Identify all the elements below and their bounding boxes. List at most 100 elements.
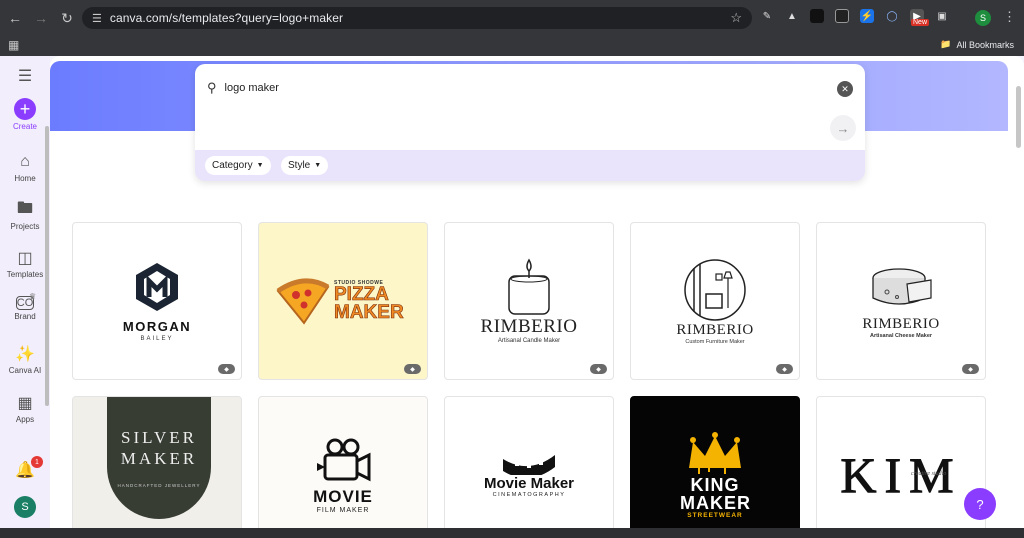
search-panel: ⚲ ✕ → Category ▼ Style ▼ — [195, 64, 865, 181]
mountain-extension-icon[interactable]: ▲ — [785, 9, 799, 23]
back-icon[interactable]: ← — [4, 7, 26, 29]
film-strip-icon — [503, 454, 555, 475]
template-title: MORGAN — [122, 318, 192, 334]
apps-grid-icon[interactable]: ▦ — [8, 38, 19, 52]
template-preview: STUDIO SHODWE PIZZA MAKER — [259, 223, 427, 379]
bookmark-star-icon[interactable]: ☆ — [730, 10, 742, 26]
template-preview: RIMBERIO Artisanal Candle Maker — [445, 223, 613, 379]
eyedropper-extension-icon[interactable]: ✎ — [760, 9, 774, 23]
template-card[interactable]: MOVIE FILM MAKER — [258, 396, 428, 528]
furniture-room-icon — [684, 258, 746, 321]
submit-search-button[interactable]: → — [830, 115, 856, 141]
taskbar-strip — [0, 528, 1024, 538]
template-subtitle: BAILEY — [140, 335, 174, 342]
sidebar-item-create[interactable]: + Create — [0, 98, 50, 131]
sidebar-item-home[interactable]: ⌂ Home — [0, 152, 50, 183]
template-preview: SILVER MAKER HANDCRAFTED JEWELLERY — [73, 397, 241, 528]
sidebar-item-canva-ai[interactable]: ✨ Canva AI — [0, 344, 50, 375]
sidebar-item-label: Create — [12, 122, 37, 131]
template-preview: MORGAN BAILEY — [73, 223, 241, 379]
sidebar-item-brand[interactable]: CO ♛ Brand — [0, 292, 50, 321]
chevron-down-icon: ▼ — [314, 162, 322, 169]
site-info-icon[interactable]: ☰ — [92, 12, 102, 25]
chevron-down-icon: ▼ — [256, 162, 264, 169]
template-card[interactable]: Movie Maker CINEMATOGRAPHY — [444, 396, 614, 528]
canva-sidebar: ☰ + Create ⌂ Home 🖿 Projects ◫ Templates… — [0, 56, 50, 528]
template-card[interactable]: KING MAKER STREETWEAR — [630, 396, 800, 528]
template-preview: KING MAKER STREETWEAR — [631, 397, 799, 528]
page-viewport: ☰ + Create ⌂ Home 🖿 Projects ◫ Templates… — [0, 56, 1024, 528]
sidebar-item-label: Home — [14, 174, 36, 183]
template-card[interactable]: STUDIO SHODWE PIZZA MAKER ◆ — [258, 222, 428, 380]
shield-extension-icon[interactable]: ◯ — [885, 9, 899, 23]
filter-bar: Category ▼ Style ▼ — [195, 150, 865, 181]
notifications-button[interactable]: 🔔 1 — [0, 456, 50, 480]
dark-extension-icon[interactable] — [810, 9, 824, 23]
template-title: RIMBERIO — [676, 321, 754, 338]
reload-icon[interactable]: ↻ — [56, 7, 78, 29]
page-scrollbar[interactable] — [1016, 86, 1021, 148]
sparkle-icon: ✨ — [15, 346, 35, 363]
template-title: PIZZA MAKER — [334, 283, 404, 323]
template-subtitle: Custom Furniture Maker — [685, 338, 745, 345]
url-text: canva.com/s/templates?query=logo+maker — [109, 11, 344, 25]
monogram-logo-icon — [136, 262, 178, 311]
template-subtitle: CINEMATOGRAPHY — [492, 491, 566, 498]
template-card[interactable]: MORGAN BAILEY ◆ — [72, 222, 242, 380]
question-mark-icon: ? — [976, 496, 984, 512]
puzzle-extensions-icon[interactable]: ▣ — [935, 9, 949, 23]
template-card[interactable]: RIMBERIO Artisanal Candle Maker ◆ — [444, 222, 614, 380]
filter-label: Style — [288, 160, 311, 171]
sidebar-item-templates[interactable]: ◫ Templates — [0, 248, 50, 279]
search-icon: ⚲ — [207, 80, 217, 95]
movie-camera-icon — [317, 438, 371, 481]
template-title: Movie Maker — [483, 474, 575, 492]
browser-menu-icon[interactable]: ⋮ — [1003, 9, 1016, 25]
all-bookmarks-button[interactable]: 📁 All Bookmarks — [940, 39, 1014, 50]
bookmarks-bar: ▦ 📁 All Bookmarks — [0, 36, 1024, 56]
folder-icon: 📁 — [940, 39, 952, 49]
template-card[interactable]: RIMBERIO Custom Furniture Maker ◆ — [630, 222, 800, 380]
template-title: MOVIE — [313, 486, 373, 506]
template-subtitle: creative studio — [911, 471, 947, 477]
template-title: RIMBERIO — [480, 316, 578, 337]
template-preview: MOVIE FILM MAKER — [259, 397, 427, 528]
cheese-wheel-icon — [872, 267, 932, 305]
clear-search-button[interactable]: ✕ — [837, 81, 853, 97]
template-subtitle: STREETWEAR — [687, 511, 743, 519]
sidebar-item-projects[interactable]: 🖿 Projects — [0, 199, 50, 232]
template-card[interactable]: SILVER MAKER HANDCRAFTED JEWELLERY — [72, 396, 242, 528]
notification-count-badge: 1 — [31, 456, 43, 468]
template-subtitle: HANDCRAFTED JEWELLERY — [117, 482, 201, 488]
address-bar[interactable]: ☰ canva.com/s/templates?query=logo+maker… — [82, 7, 752, 29]
candle-jar-icon — [508, 258, 550, 315]
template-card[interactable]: KIM creative studio — [816, 396, 986, 528]
folder-icon: 🖿 — [16, 199, 33, 217]
pizza-slice-icon — [276, 278, 330, 325]
sidebar-item-label: Templates — [6, 270, 44, 279]
menu-toggle[interactable]: ☰ — [0, 66, 50, 86]
sidebar-item-apps[interactable]: ▦ Apps — [0, 393, 50, 424]
premium-badge-icon: ◆ — [590, 364, 607, 374]
template-subtitle: Artisanal Cheese Maker — [869, 332, 933, 339]
bolt-extension-icon[interactable]: ⚡ — [860, 9, 874, 23]
browser-profile-avatar[interactable]: S — [975, 10, 991, 26]
filter-label: Category — [212, 160, 253, 171]
search-input[interactable] — [224, 82, 525, 94]
filter-style[interactable]: Style ▼ — [281, 156, 329, 175]
forward-icon[interactable]: → — [30, 7, 52, 29]
square-extension-icon[interactable] — [835, 9, 849, 23]
home-icon: ⌂ — [20, 153, 30, 170]
account-button[interactable]: S — [0, 496, 50, 518]
template-subtitle: Artisanal Candle Maker — [497, 338, 561, 344]
avatar: S — [14, 496, 36, 518]
sidebar-scrollbar[interactable] — [45, 126, 49, 406]
template-card[interactable]: RIMBERIO Artisanal Cheese Maker ◆ — [816, 222, 986, 380]
filter-category[interactable]: Category ▼ — [205, 156, 271, 175]
premium-badge-icon: ◆ — [218, 364, 235, 374]
sidebar-item-label: Apps — [15, 415, 35, 424]
hamburger-icon: ☰ — [17, 68, 33, 85]
help-button[interactable]: ? — [964, 488, 996, 520]
template-preview: RIMBERIO Artisanal Cheese Maker — [817, 223, 985, 379]
premium-badge-icon: ◆ — [404, 364, 421, 374]
